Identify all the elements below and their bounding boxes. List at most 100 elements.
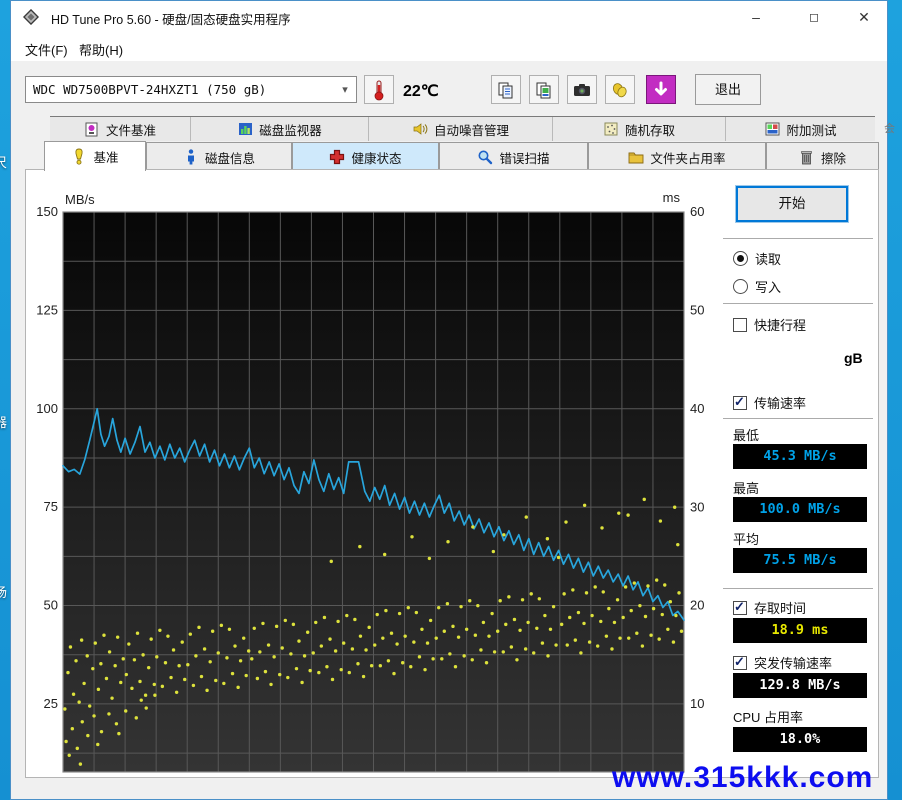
start-button[interactable]: 开始: [736, 186, 848, 222]
minimum-value: 45.3 MB/s: [733, 444, 867, 469]
tab-label: 自动噪音管理: [433, 123, 509, 138]
exit-button[interactable]: 退出: [695, 74, 761, 105]
chevron-down-icon: ▾: [342, 84, 348, 96]
tab-auto-acoustic[interactable]: 自动噪音管理: [369, 117, 553, 141]
svg-text:10: 10: [690, 696, 704, 711]
svg-text:30: 30: [690, 499, 704, 514]
copy-text-button[interactable]: [491, 75, 521, 104]
maximum-value: 100.0 MB/s: [733, 497, 867, 522]
svg-text:75: 75: [44, 499, 58, 514]
benchmark-icon: [71, 148, 87, 165]
svg-text:100: 100: [36, 401, 58, 416]
active-tab-connector: [45, 167, 145, 171]
copy-text-icon: [498, 82, 513, 98]
close-button[interactable]: ✕: [841, 1, 887, 33]
access-time-checkbox[interactable]: 存取时间: [733, 598, 806, 617]
app-icon: [23, 9, 39, 25]
maximize-button[interactable]: ◻: [791, 1, 837, 33]
svg-text:50: 50: [44, 598, 58, 613]
average-label: 平均: [733, 532, 760, 547]
divider: [723, 303, 873, 304]
disk-monitor-icon: [237, 121, 253, 137]
copy-image-button[interactable]: [529, 75, 559, 104]
svg-text:25: 25: [44, 696, 58, 711]
burst-rate-checkbox-control[interactable]: [733, 654, 747, 670]
svg-text:125: 125: [36, 302, 58, 317]
transfer-rate-checkbox[interactable]: 传输速率: [733, 393, 806, 412]
tab-error-scan[interactable]: 错误扫描: [439, 142, 588, 171]
capacity-unit: gB: [844, 350, 863, 366]
tab-random-access[interactable]: 随机存取: [553, 117, 726, 141]
background-text-fragment: 会: [884, 123, 895, 135]
tab-disk-monitor[interactable]: 磁盘监视器: [191, 117, 369, 141]
title-bar[interactable]: HD Tune Pro 5.60 - 硬盘/固态硬盘实用程序 – ◻ ✕: [11, 1, 887, 33]
divider: [723, 588, 873, 589]
tab-label: 磁盘监视器: [259, 123, 322, 138]
tab-row-primary: 基准 磁盘信息 健康状态 错误扫描 文件夹占用率 擦除: [11, 141, 889, 171]
drive-select-value: WDC WD7500BPVT-24HXZT1 (750 gB): [33, 82, 267, 97]
benchmark-chart: 150 125 100 75 50 25 60 50 40 30 20 10 MB/s ms: [36, 191, 704, 773]
svg-text:ms: ms: [663, 191, 681, 205]
tab-label: 擦除: [820, 151, 846, 166]
minimize-button[interactable]: –: [733, 1, 779, 33]
tab-file-benchmark[interactable]: 文件基准: [50, 117, 191, 141]
tab-label: 附加测试: [786, 123, 837, 138]
menu-help[interactable]: 帮助(H): [73, 38, 129, 61]
desktop-icon-label-fragment: 场: [0, 585, 8, 600]
drive-select[interactable]: WDC WD7500BPVT-24HXZT1 (750 gB) ▾: [25, 76, 357, 103]
radio-write-control[interactable]: [733, 279, 748, 294]
camera-icon: [574, 83, 590, 96]
radio-read-label: 读取: [755, 252, 782, 267]
transfer-rate-checkbox-control[interactable]: [733, 394, 747, 410]
divider: [723, 418, 873, 419]
copy-image-icon: [536, 82, 551, 98]
maximum-label: 最高: [733, 481, 760, 496]
donate-hands-icon: [612, 82, 627, 97]
donate-button[interactable]: [605, 75, 635, 104]
divider: [723, 238, 873, 239]
short-stroke-checkbox[interactable]: 快捷行程: [733, 315, 806, 334]
access-time-checkbox-control[interactable]: [733, 599, 747, 615]
screenshot-button[interactable]: [567, 75, 597, 104]
svg-text:150: 150: [36, 204, 58, 219]
desktop-icon-label-fragment: 器: [0, 415, 8, 430]
temperature-button[interactable]: [364, 75, 394, 104]
tab-label: 错误扫描: [499, 151, 550, 166]
update-button[interactable]: [646, 75, 676, 104]
erase-trash-icon: [799, 149, 815, 165]
tab-disk-info[interactable]: 磁盘信息: [146, 142, 292, 171]
error-scan-icon: [477, 149, 493, 165]
cpu-usage-value: 18.0%: [733, 727, 867, 752]
menu-file[interactable]: 文件(F): [19, 38, 74, 61]
burst-rate-value: 129.8 MB/s: [733, 673, 867, 698]
temperature-value: 22℃: [403, 83, 439, 100]
radio-write[interactable]: 写入: [733, 277, 781, 296]
radio-read-control[interactable]: [733, 251, 748, 266]
radio-read[interactable]: 读取: [733, 249, 781, 268]
desktop-icon-label-fragment: 尺: [0, 155, 8, 170]
thermometer-icon: [374, 80, 384, 100]
tab-label: 磁盘信息: [204, 151, 255, 166]
radio-write-label: 写入: [755, 280, 782, 295]
tab-label: 文件基准: [105, 123, 156, 138]
access-time-value: 18.9 ms: [733, 618, 867, 643]
menu-bar: 文件(F) 帮助(H): [11, 33, 887, 61]
tab-folder-usage[interactable]: 文件夹占用率: [588, 142, 766, 171]
svg-text:20: 20: [690, 598, 704, 613]
svg-text:50: 50: [690, 302, 704, 317]
health-cross-icon: [329, 149, 345, 165]
hdtune-window: HD Tune Pro 5.60 - 硬盘/固态硬盘实用程序 – ◻ ✕ 文件(…: [10, 0, 888, 800]
svg-text:MB/s: MB/s: [65, 192, 95, 207]
svg-text:60: 60: [690, 204, 704, 219]
tab-erase[interactable]: 擦除: [766, 142, 879, 171]
folder-usage-icon: [628, 149, 644, 165]
burst-rate-label: 突发传输速率: [754, 656, 833, 671]
short-stroke-label: 快捷行程: [754, 318, 807, 333]
window-title: HD Tune Pro 5.60 - 硬盘/固态硬盘实用程序: [51, 13, 291, 27]
tab-health-status[interactable]: 健康状态: [292, 142, 439, 171]
short-stroke-checkbox-control[interactable]: [733, 317, 747, 332]
average-value: 75.5 MB/s: [733, 548, 867, 573]
burst-rate-checkbox[interactable]: 突发传输速率: [733, 653, 832, 672]
random-access-icon: [603, 121, 619, 137]
tab-extra-tests[interactable]: 附加测试: [726, 117, 875, 141]
